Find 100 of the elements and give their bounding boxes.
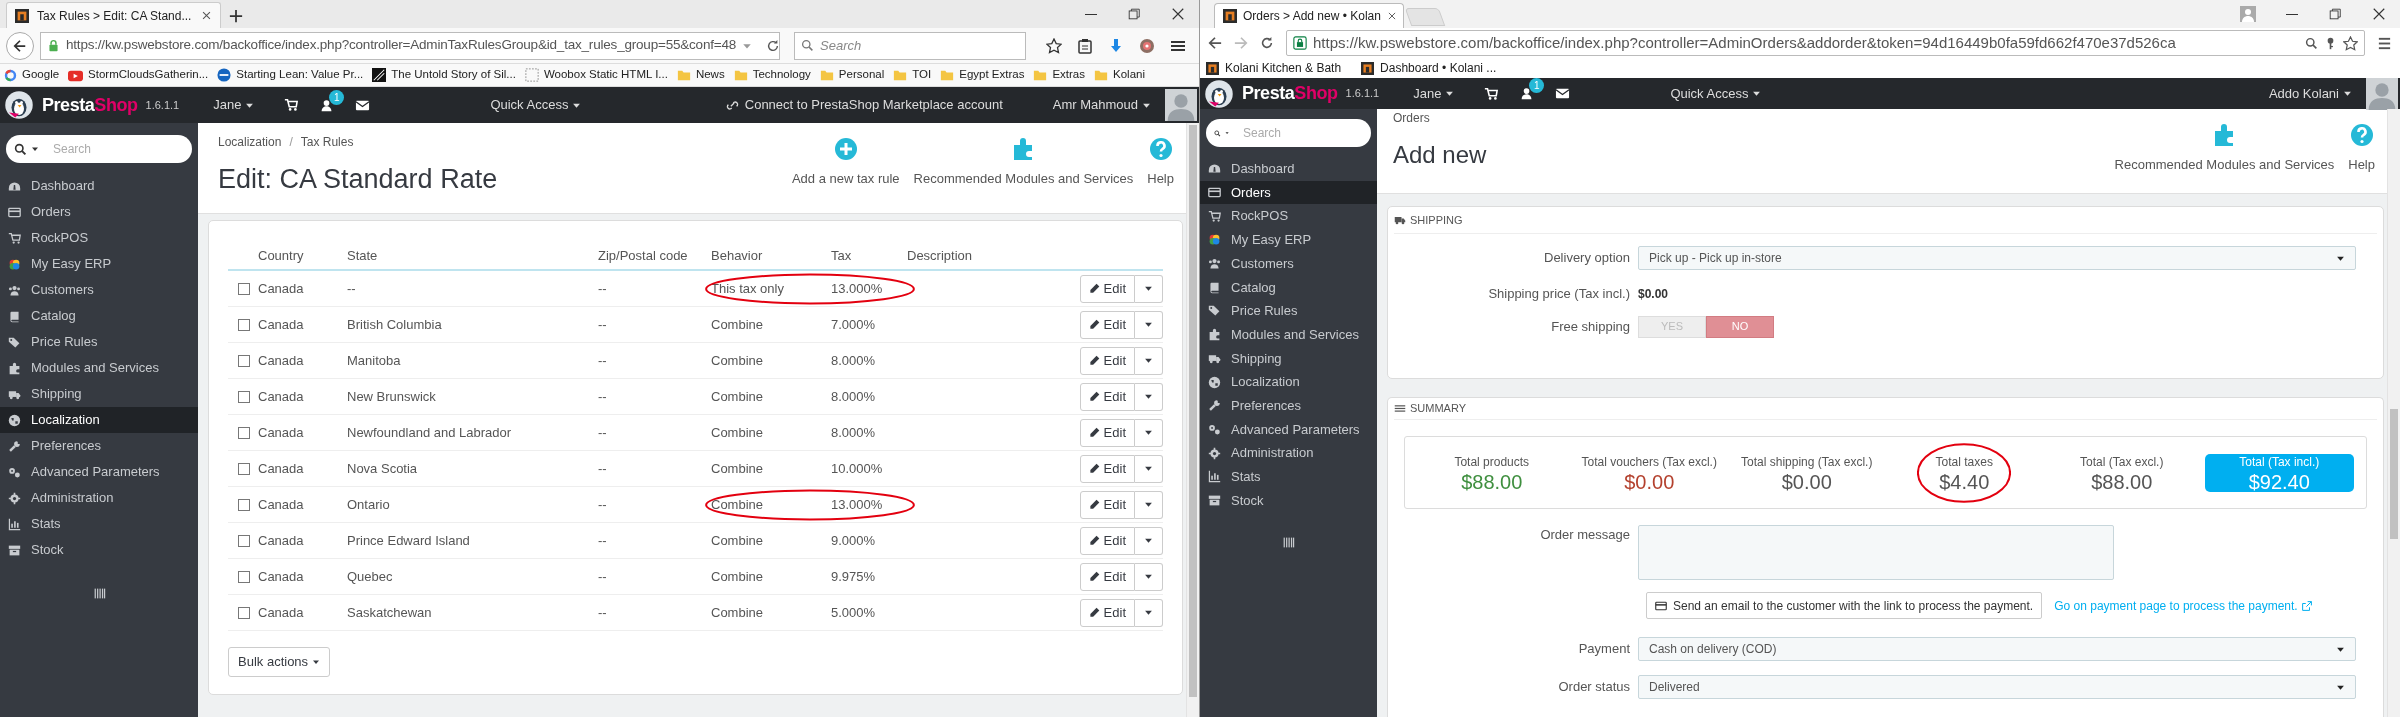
quick-access-menu[interactable]: Quick Access (490, 95, 582, 115)
bookmark-link[interactable]: Kolani (1094, 66, 1145, 84)
marketplace-link[interactable]: Connect to PrestaShop Marketplace account (725, 95, 1003, 115)
sidebar-item[interactable]: RockPOS (1200, 204, 1377, 229)
sidebar-item[interactable]: Dashboard (0, 173, 198, 199)
back-button[interactable] (6, 31, 34, 60)
row-checkbox[interactable] (238, 462, 250, 475)
address-bar[interactable]: https://kw.pswebstore.com/backoffice/index.php?controller=AdminTaxRulesGroup&id_tax_rules_group=55&conf=48 (40, 31, 780, 60)
edit-button[interactable]: Edit (1079, 310, 1135, 339)
sidebar-item[interactable]: Modules and Services (1200, 322, 1377, 347)
sidebar-item[interactable]: Stats (0, 511, 198, 537)
edit-button[interactable]: Edit (1079, 382, 1135, 411)
sidebar-item[interactable]: Shipping (1200, 346, 1377, 371)
browser-tab[interactable]: Orders > Add new • Kolan (1214, 3, 1404, 28)
dropdown-toggle[interactable] (1135, 454, 1163, 483)
search-input[interactable]: Search (53, 140, 173, 158)
employee-menu[interactable]: Jane (1413, 83, 1455, 104)
bookmark-link[interactable]: Starting Lean: Value Pr... (217, 66, 364, 84)
sidebar-item[interactable]: Localization (1200, 370, 1377, 394)
sidebar-item[interactable]: Shipping (0, 381, 198, 407)
edit-button[interactable]: Edit (1079, 274, 1135, 303)
bookmark-link[interactable]: StormCloudsGatherin... (68, 66, 209, 84)
toolbar-button[interactable]: Help (1145, 137, 1176, 189)
sidebar-item[interactable]: Preferences (0, 433, 198, 459)
bookmark-link[interactable]: Google (4, 66, 60, 84)
sidebar-item[interactable]: Customers (0, 277, 198, 303)
dropdown-toggle[interactable] (1135, 418, 1163, 447)
send-email-button[interactable]: Send an email to the customer with the link to process the payment. (1646, 592, 2043, 619)
toolbar-button[interactable]: Add a new tax rule (789, 137, 902, 189)
row-checkbox[interactable] (238, 282, 250, 295)
edit-button[interactable]: Edit (1079, 346, 1135, 375)
row-checkbox[interactable] (238, 606, 250, 619)
dropdown-toggle[interactable] (1135, 490, 1163, 519)
breadcrumb-link[interactable]: Tax Rules (300, 133, 354, 151)
dropdown-toggle[interactable] (1135, 562, 1163, 591)
row-checkbox[interactable] (238, 354, 250, 367)
bookmark-link[interactable]: Technology (733, 66, 811, 84)
sidebar-item[interactable]: Stats (1200, 464, 1377, 489)
sidebar-item[interactable]: Price Rules (0, 329, 198, 355)
sidebar-item[interactable]: Customers (1200, 251, 1377, 276)
address-bar[interactable]: https://kw.pswebstore.com/backoffice/index.php?controller=AdminOrders&addorder&token=94d16449b0fa59fd662f470e37d526ca (1286, 30, 2365, 56)
sidebar-item[interactable]: Preferences (1200, 393, 1377, 418)
row-checkbox[interactable] (238, 426, 250, 439)
bulk-actions-button[interactable]: Bulk actions (228, 647, 331, 677)
bookmark-link[interactable]: Kolani Kitchen & Bath (1206, 59, 1342, 77)
sidebar-item[interactable]: Stock (1200, 488, 1377, 513)
edit-button[interactable]: Edit (1079, 418, 1135, 447)
sidebar-search-field[interactable]: Search (1206, 119, 1371, 147)
edit-button[interactable]: Edit (1079, 490, 1135, 519)
dropdown-toggle[interactable] (1135, 526, 1163, 555)
row-checkbox[interactable] (238, 498, 250, 511)
sidebar-item[interactable]: Catalog (0, 303, 198, 329)
account-menu[interactable]: Addo Kolani (2268, 83, 2352, 104)
scrollbar[interactable] (1186, 123, 1199, 717)
sidebar-item[interactable]: Price Rules (1200, 299, 1377, 323)
row-checkbox[interactable] (238, 534, 250, 547)
row-checkbox[interactable] (238, 390, 250, 403)
search-input[interactable]: Search (820, 35, 1000, 56)
sidebar-item[interactable]: Localization (0, 407, 198, 433)
select-field[interactable]: Cash on delivery (COD) (1638, 637, 2356, 661)
message-field[interactable] (1638, 525, 2114, 580)
breadcrumb-link[interactable]: Orders (1393, 109, 1430, 127)
sidebar-item[interactable]: RockPOS (0, 225, 198, 251)
sidebar-item[interactable]: Modules and Services (0, 355, 198, 381)
sidebar-item[interactable]: Catalog (1200, 275, 1377, 300)
bookmark-link[interactable]: The Untold Story of Sil... (372, 66, 516, 84)
sidebar-item[interactable]: Stock (0, 537, 198, 563)
browser-tab[interactable]: Tax Rules > Edit: CA Stand... (6, 2, 221, 28)
quick-access-menu[interactable]: Quick Access (1670, 83, 1762, 104)
edit-button[interactable]: Edit (1079, 526, 1135, 555)
row-checkbox[interactable] (238, 318, 250, 331)
scrollbar[interactable] (2387, 109, 2400, 717)
dropdown-toggle[interactable] (1135, 598, 1163, 627)
bookmark-link[interactable]: Egypt Extras (940, 66, 1025, 84)
bookmark-link[interactable]: Dashboard • Kolani ... (1361, 59, 1497, 77)
sidebar-item[interactable]: Dashboard (1200, 157, 1377, 181)
select-field[interactable]: Pick up - Pick up in-store (1638, 246, 2356, 270)
sidebar-item[interactable]: Orders (0, 199, 198, 225)
bookmark-link[interactable]: News (676, 66, 725, 84)
account-menu[interactable]: Amr Mahmoud (1052, 95, 1151, 115)
employee-menu[interactable]: Jane (213, 95, 255, 115)
search-input[interactable]: Search (1243, 124, 1363, 142)
dropdown-toggle[interactable] (1135, 346, 1163, 375)
sidebar-item[interactable]: My Easy ERP (1200, 228, 1377, 252)
dropdown-toggle[interactable] (1135, 274, 1163, 303)
row-checkbox[interactable] (238, 570, 250, 583)
edit-button[interactable]: Edit (1079, 598, 1135, 627)
toolbar-button[interactable]: Recommended Modules and Services (911, 137, 1136, 189)
bookmark-link[interactable]: Personal (819, 66, 885, 84)
bookmark-link[interactable]: TOI (893, 66, 932, 84)
dropdown-toggle[interactable] (1135, 382, 1163, 411)
sidebar-search-field[interactable]: Search (6, 135, 192, 163)
browser-search-field[interactable]: Search (794, 31, 1026, 60)
new-tab-button[interactable] (1404, 8, 1446, 26)
select-field[interactable]: Delivered (1638, 675, 2356, 699)
edit-button[interactable]: Edit (1079, 562, 1135, 591)
toolbar-button[interactable]: Help (2346, 123, 2377, 175)
edit-button[interactable]: Edit (1079, 454, 1135, 483)
dropdown-toggle[interactable] (1135, 310, 1163, 339)
sidebar-item[interactable]: Administration (0, 485, 198, 511)
